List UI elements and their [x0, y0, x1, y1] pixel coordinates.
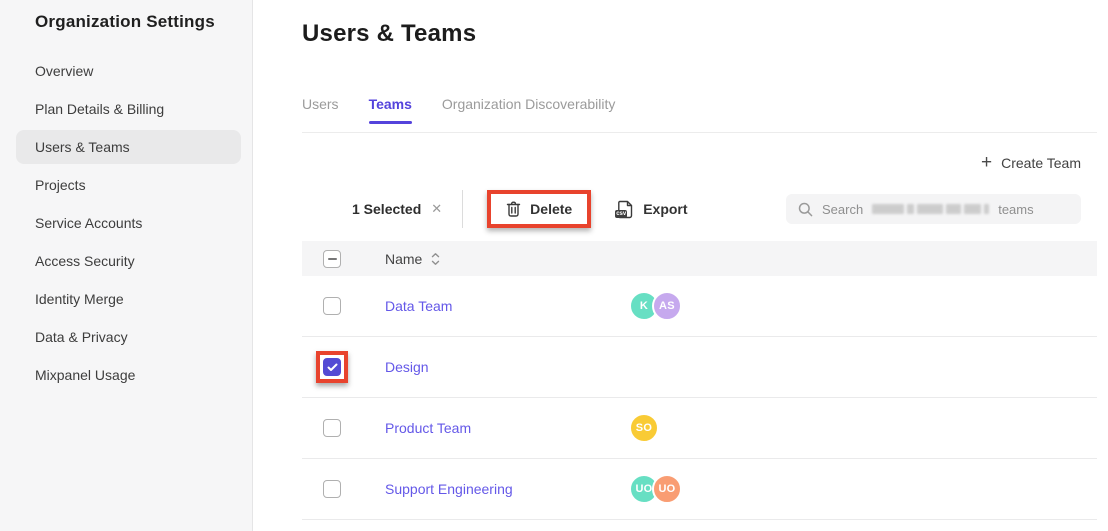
- table-row-support-engineering: Support Engineering UO UO: [302, 459, 1097, 520]
- team-name-link[interactable]: Product Team: [385, 420, 471, 436]
- name-header-label: Name: [385, 251, 422, 267]
- create-team-label: Create Team: [1001, 155, 1081, 171]
- main-content: Users & Teams Users Teams Organization D…: [253, 0, 1108, 531]
- avatar: AS: [652, 291, 682, 321]
- tab-bar: Users Teams Organization Discoverability: [302, 96, 1097, 133]
- sidebar-item-projects[interactable]: Projects: [16, 168, 241, 202]
- sort-icon: [431, 252, 440, 266]
- design-row-checkbox[interactable]: [323, 358, 341, 376]
- trash-icon: [506, 201, 521, 217]
- sidebar-title: Organization Settings: [0, 0, 252, 32]
- sidebar-item-access-security[interactable]: Access Security: [16, 244, 241, 278]
- tab-organization-discoverability[interactable]: Organization Discoverability: [442, 96, 616, 124]
- member-avatars: UO UO: [629, 474, 682, 504]
- data-team-checkbox[interactable]: [323, 297, 341, 315]
- selection-status: 1 Selected ✕: [302, 201, 442, 217]
- search-placeholder-prefix: Search: [822, 202, 863, 217]
- sidebar-item-plan-details-billing[interactable]: Plan Details & Billing: [16, 92, 241, 126]
- avatar: SO: [629, 413, 659, 443]
- csv-badge: csv: [615, 210, 627, 218]
- tab-teams[interactable]: Teams: [369, 96, 412, 124]
- sidebar-nav: Overview Plan Details & Billing Users & …: [0, 54, 252, 392]
- delete-button[interactable]: Delete: [487, 190, 591, 228]
- tab-users[interactable]: Users: [302, 96, 339, 124]
- support-engineering-checkbox[interactable]: [323, 480, 341, 498]
- search-icon: [798, 202, 813, 217]
- search-placeholder-suffix: teams: [998, 202, 1033, 217]
- settings-sidebar: Organization Settings Overview Plan Deta…: [0, 0, 253, 531]
- member-avatars: K AS: [629, 291, 682, 321]
- avatar: UO: [652, 474, 682, 504]
- csv-file-icon: csv: [617, 200, 634, 219]
- delete-label: Delete: [530, 201, 572, 217]
- search-input[interactable]: Search teams: [786, 194, 1081, 224]
- sidebar-item-mixpanel-usage[interactable]: Mixpanel Usage: [16, 358, 241, 392]
- table-row-product-team: Product Team SO: [302, 398, 1097, 459]
- sidebar-item-data-privacy[interactable]: Data & Privacy: [16, 320, 241, 354]
- toolbar-divider: [462, 190, 463, 228]
- search-placeholder-redacted: [872, 204, 989, 214]
- team-name-link[interactable]: Design: [385, 359, 429, 375]
- export-label: Export: [643, 201, 687, 217]
- export-button[interactable]: csv Export: [617, 200, 687, 219]
- sidebar-item-service-accounts[interactable]: Service Accounts: [16, 206, 241, 240]
- sidebar-item-identity-merge[interactable]: Identity Merge: [16, 282, 241, 316]
- select-all-checkbox[interactable]: [323, 250, 341, 268]
- team-name-link[interactable]: Support Engineering: [385, 481, 513, 497]
- sidebar-item-users-teams[interactable]: Users & Teams: [16, 130, 241, 164]
- name-column-header[interactable]: Name: [385, 251, 629, 267]
- selected-count: 1 Selected: [352, 201, 421, 217]
- page-title: Users & Teams: [302, 20, 1097, 48]
- organization-settings-page: Organization Settings Overview Plan Deta…: [0, 0, 1108, 531]
- team-name-link[interactable]: Data Team: [385, 298, 452, 314]
- clear-selection-icon[interactable]: ✕: [431, 201, 442, 217]
- table-row-data-team: Data Team K AS: [302, 276, 1097, 337]
- sidebar-item-overview[interactable]: Overview: [16, 54, 241, 88]
- table-row-design: Design: [302, 337, 1097, 398]
- member-avatars: SO: [629, 413, 659, 443]
- product-team-checkbox[interactable]: [323, 419, 341, 437]
- create-team-row: + Create Team: [302, 133, 1097, 171]
- table-header: Name: [302, 241, 1097, 276]
- teams-toolbar: 1 Selected ✕ Delete: [302, 189, 1097, 229]
- teams-table: Name Data Team K AS: [302, 241, 1097, 520]
- create-team-button[interactable]: + Create Team: [981, 155, 1081, 171]
- plus-icon: +: [981, 156, 992, 170]
